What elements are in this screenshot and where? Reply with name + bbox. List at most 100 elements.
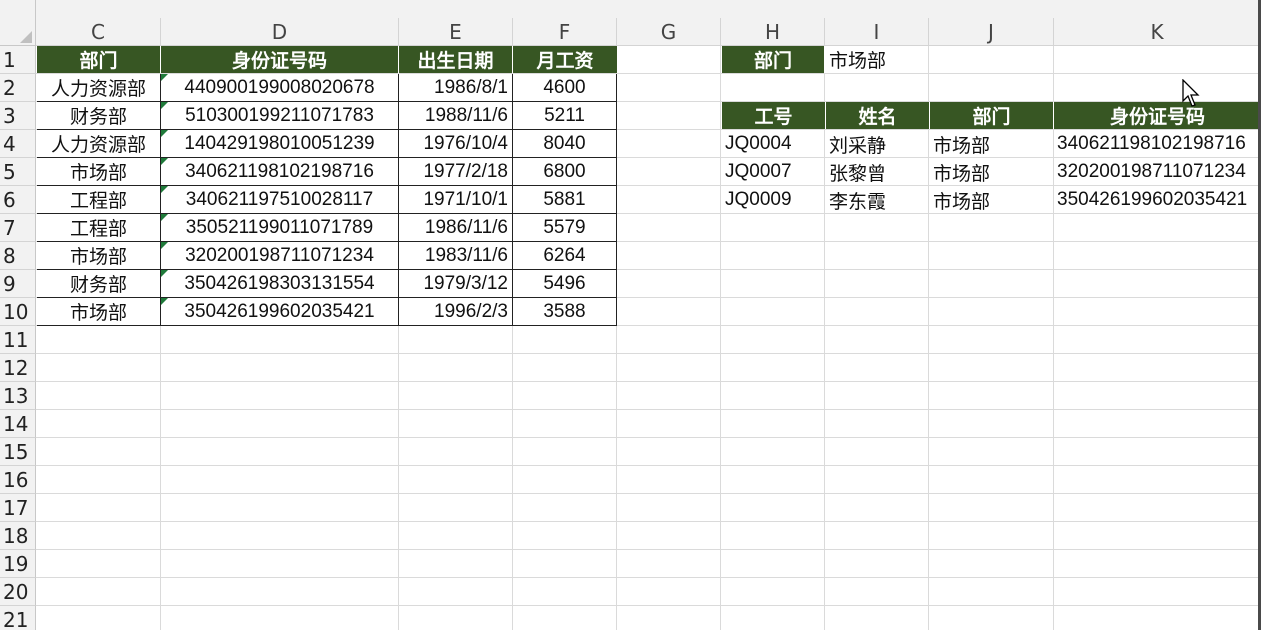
left-cell-salary[interactable]: 8040 <box>513 130 617 158</box>
left-cell-id-number[interactable]: 350521199011071789 <box>161 214 399 242</box>
result-cell-dept[interactable]: 市场部 <box>930 186 1054 214</box>
result-cell-name[interactable]: 李东霞 <box>826 186 930 214</box>
left-cell-birth-date[interactable]: 1979/3/12 <box>399 270 513 298</box>
result-header-dept[interactable]: 部门 <box>930 102 1054 129</box>
left-cell-birth-date[interactable]: 1986/11/6 <box>399 214 513 242</box>
left-cell-salary[interactable]: 5881 <box>513 186 617 214</box>
left-cell-birth-date[interactable]: 1976/10/4 <box>399 130 513 158</box>
row-header-18[interactable]: 18 <box>0 522 36 550</box>
left-cell-id-number[interactable]: 440900199008020678 <box>161 74 399 102</box>
result-cell-id-number[interactable]: 350426199602035421 <box>1054 186 1261 214</box>
left-cell-birth-date[interactable]: 1977/2/18 <box>399 158 513 186</box>
gridline-horizontal <box>36 437 1261 438</box>
result-cell-empno[interactable]: JQ0009 <box>722 186 826 214</box>
left-cell-dept[interactable]: 人力资源部 <box>37 74 161 102</box>
column-header-d[interactable]: D <box>161 18 399 46</box>
left-cell-birth-date[interactable]: 1971/10/1 <box>399 186 513 214</box>
result-cell-dept[interactable]: 市场部 <box>930 130 1054 158</box>
row-header-12[interactable]: 12 <box>0 354 36 382</box>
select-all-corner[interactable] <box>0 0 36 46</box>
column-header-f[interactable]: F <box>513 18 617 46</box>
filter-label[interactable]: 部门 <box>722 46 825 73</box>
row-header-5[interactable]: 5 <box>0 158 36 186</box>
gridline-horizontal <box>36 353 1261 354</box>
left-cell-dept[interactable]: 市场部 <box>37 242 161 270</box>
row-header-13[interactable]: 13 <box>0 382 36 410</box>
left-cell-birth-date[interactable]: 1996/2/3 <box>399 298 513 326</box>
left-cell-birth-date[interactable]: 1986/8/1 <box>399 74 513 102</box>
row-header-1[interactable]: 1 <box>0 46 36 74</box>
gridline-horizontal <box>36 605 1261 606</box>
left-cell-dept[interactable]: 工程部 <box>37 214 161 242</box>
row-header-2[interactable]: 2 <box>0 74 36 102</box>
column-header-e[interactable]: E <box>399 18 513 46</box>
left-cell-dept[interactable]: 市场部 <box>37 158 161 186</box>
result-cell-empno[interactable]: JQ0007 <box>722 158 826 186</box>
row-header-19[interactable]: 19 <box>0 550 36 578</box>
gridline-horizontal <box>36 493 1261 494</box>
left-cell-dept[interactable]: 人力资源部 <box>37 130 161 158</box>
row-header-14[interactable]: 14 <box>0 410 36 438</box>
column-header-i[interactable]: I <box>825 18 929 46</box>
left-header-birth[interactable]: 出生日期 <box>399 46 513 73</box>
row-header-11[interactable]: 11 <box>0 326 36 354</box>
result-cell-name[interactable]: 张黎曾 <box>826 158 930 186</box>
left-cell-salary[interactable]: 4600 <box>513 74 617 102</box>
result-cell-empno[interactable]: JQ0004 <box>722 130 826 158</box>
left-cell-id-number[interactable]: 340621198102198716 <box>161 158 399 186</box>
mouse-pointer-icon <box>1182 79 1200 107</box>
left-header-dept[interactable]: 部门 <box>37 46 161 73</box>
left-cell-birth-date[interactable]: 1988/11/6 <box>399 102 513 130</box>
row-header-6[interactable]: 6 <box>0 186 36 214</box>
row-header-3[interactable]: 3 <box>0 102 36 130</box>
left-cell-id-number[interactable]: 320200198711071234 <box>161 242 399 270</box>
result-header-id[interactable]: 身份证号码 <box>1054 102 1261 129</box>
row-header-21[interactable]: 21 <box>0 606 36 630</box>
gridline-horizontal <box>36 465 1261 466</box>
spreadsheet-grid[interactable]: CDEFGHIJK 1 2 3 4 5 6 7 8 9 10 11 12 13 14 15 16 17 18 19 2… <box>0 0 1261 630</box>
left-cell-birth-date[interactable]: 1983/11/6 <box>399 242 513 270</box>
row-header-4[interactable]: 4 <box>0 130 36 158</box>
row-header-10[interactable]: 10 <box>0 298 36 326</box>
left-cell-id-number[interactable]: 140429198010051239 <box>161 130 399 158</box>
left-cell-salary[interactable]: 3588 <box>513 298 617 326</box>
column-header-g[interactable]: G <box>617 18 721 46</box>
left-cell-id-number[interactable]: 510300199211071783 <box>161 102 399 130</box>
gridline-horizontal <box>36 549 1261 550</box>
result-cell-dept[interactable]: 市场部 <box>930 158 1054 186</box>
gridline-horizontal <box>36 577 1261 578</box>
result-cell-id-number[interactable]: 340621198102198716 <box>1054 130 1261 158</box>
left-header-salary[interactable]: 月工资 <box>513 46 617 73</box>
left-cell-dept[interactable]: 财务部 <box>37 102 161 130</box>
left-cell-salary[interactable]: 6800 <box>513 158 617 186</box>
result-header-empno[interactable]: 工号 <box>722 102 826 129</box>
left-cell-salary[interactable]: 5211 <box>513 102 617 130</box>
result-cell-id-number[interactable]: 320200198711071234 <box>1054 158 1261 186</box>
left-cell-dept[interactable]: 市场部 <box>37 298 161 326</box>
row-header-7[interactable]: 7 <box>0 214 36 242</box>
gridline-vertical <box>720 46 721 630</box>
column-header-j[interactable]: J <box>929 18 1054 46</box>
result-cell-name[interactable]: 刘采静 <box>826 130 930 158</box>
left-cell-salary[interactable]: 5496 <box>513 270 617 298</box>
left-cell-dept[interactable]: 财务部 <box>37 270 161 298</box>
left-header-id[interactable]: 身份证号码 <box>161 46 399 73</box>
column-header-h[interactable]: H <box>721 18 825 46</box>
row-header-17[interactable]: 17 <box>0 494 36 522</box>
row-header-20[interactable]: 20 <box>0 578 36 606</box>
gridline-horizontal <box>36 521 1261 522</box>
row-header-16[interactable]: 16 <box>0 466 36 494</box>
left-cell-salary[interactable]: 6264 <box>513 242 617 270</box>
left-cell-dept[interactable]: 工程部 <box>37 186 161 214</box>
left-cell-salary[interactable]: 5579 <box>513 214 617 242</box>
column-header-k[interactable]: K <box>1054 18 1261 46</box>
column-header-c[interactable]: C <box>36 18 161 46</box>
left-cell-id-number[interactable]: 340621197510028117 <box>161 186 399 214</box>
row-header-15[interactable]: 15 <box>0 438 36 466</box>
left-cell-id-number[interactable]: 350426198303131554 <box>161 270 399 298</box>
left-cell-id-number[interactable]: 350426199602035421 <box>161 298 399 326</box>
result-header-name[interactable]: 姓名 <box>826 102 930 129</box>
row-header-9[interactable]: 9 <box>0 270 36 298</box>
filter-value[interactable]: 市场部 <box>826 46 929 73</box>
row-header-8[interactable]: 8 <box>0 242 36 270</box>
